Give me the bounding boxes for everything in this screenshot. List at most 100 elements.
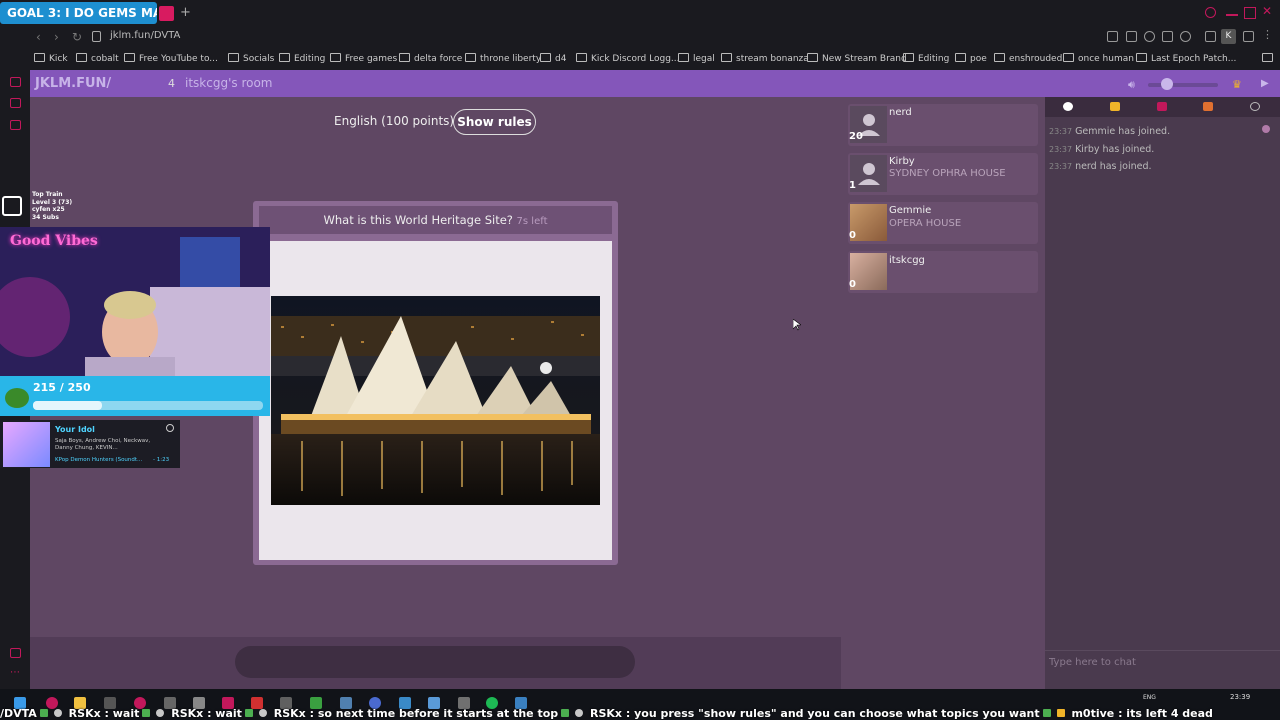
bookmark-item[interactable]: d4 <box>540 53 566 64</box>
tab-close-icon[interactable] <box>159 6 174 21</box>
bookmark-item[interactable]: Kick <box>34 53 68 64</box>
sidebar-twitch-icon[interactable] <box>10 98 21 108</box>
prompt-text: What is this World Heritage Site? <box>323 213 513 227</box>
shield-icon[interactable] <box>1144 31 1155 42</box>
tab-players-icon[interactable] <box>1110 102 1120 111</box>
bookmark-item[interactable]: cobalt <box>76 53 119 64</box>
bookmark-item[interactable]: Socials <box>228 53 274 64</box>
player-answer: SYDNEY OPHRA HOUSE <box>889 168 1006 179</box>
sidebar-mail-icon[interactable] <box>10 120 21 130</box>
player-name: itskcgg <box>889 255 925 266</box>
chat-input[interactable] <box>1049 655 1274 669</box>
song-time: - 1:23 <box>153 457 170 463</box>
player-score: 1 <box>849 180 856 191</box>
top-train-info: Top Train Level 3 (73) cyfen x25 34 Subs <box>32 191 73 221</box>
player-score: 0 <box>849 279 856 290</box>
good-vibes-sign: Good Vibes <box>10 233 98 249</box>
back-icon[interactable]: ‹ <box>36 30 41 44</box>
bookmark-item[interactable]: enshrouded <box>994 53 1062 64</box>
bookmark-item[interactable]: once human <box>1063 53 1134 64</box>
browser-tab[interactable]: GOAL 3: I DO GEMS MAKEUP <box>0 2 157 24</box>
bookmark-item[interactable]: Free YouTube to... <box>124 53 218 64</box>
room-player-count: 4 <box>168 77 175 90</box>
player-answer: OPERA HOUSE <box>889 218 962 229</box>
music-note-icon <box>166 424 174 432</box>
chat-message: 23:37 Kirby has joined. <box>1049 144 1155 155</box>
time-left: 7s left <box>516 216 548 227</box>
volume-slider-handle[interactable] <box>1161 78 1173 90</box>
volume-slider[interactable] <box>1148 83 1218 87</box>
heart-icon[interactable] <box>1180 31 1191 42</box>
browser-tab-bar <box>0 0 1280 28</box>
player-name: nerd <box>889 107 912 118</box>
chat-message: 23:37 Gemmie has joined. <box>1049 126 1171 137</box>
profile-avatar[interactable]: K <box>1221 29 1236 44</box>
song-album: KPop Demon Hunters (Soundt... <box>55 457 143 463</box>
sidebar-gx-icon[interactable] <box>10 648 21 658</box>
bookmark-item[interactable]: Editing <box>903 53 949 64</box>
bookmarks-more-icon[interactable] <box>1262 53 1277 64</box>
player-name: Kirby <box>889 156 915 167</box>
challenge-prompt: What is this World Heritage Site? 7s lef… <box>259 206 612 234</box>
bookmark-icon[interactable] <box>1107 31 1118 42</box>
song-title: Your Idol <box>55 425 95 434</box>
bookmark-item[interactable]: poe <box>955 53 987 64</box>
bookmark-item[interactable]: legal <box>678 53 715 64</box>
stream-chat-ticker: /DVTA RSKx : wait RSKx : wait RSKx : so … <box>0 707 1213 720</box>
forward-icon[interactable]: › <box>54 30 59 44</box>
collapse-sidebar-icon[interactable]: ▶ <box>1261 78 1269 89</box>
train-icon <box>2 196 22 216</box>
new-tab-icon[interactable]: + <box>180 5 191 20</box>
close-icon[interactable]: ✕ <box>1262 4 1274 18</box>
bookmark-item[interactable]: New Stream Brand <box>807 53 907 64</box>
screenshot-icon[interactable] <box>1126 31 1137 42</box>
mouse-cursor <box>792 316 802 335</box>
tab-rules-icon[interactable] <box>1157 102 1167 111</box>
crown-icon[interactable]: ♛ <box>1232 78 1242 91</box>
taskbar-clock[interactable]: 23:39 <box>1230 693 1250 701</box>
site-brand[interactable]: JKLM.FUN/ <box>35 76 111 91</box>
goal-icon <box>5 388 29 408</box>
room-name: itskcgg's room <box>185 76 273 90</box>
bookmark-item[interactable]: Free games <box>330 53 397 64</box>
search-icon[interactable] <box>1205 7 1216 18</box>
rules-summary: English (100 points) <box>334 114 455 128</box>
show-rules-button[interactable]: Show rules <box>453 109 536 135</box>
challenge-photo <box>271 296 600 505</box>
downloads-icon[interactable] <box>1243 31 1254 42</box>
bookmark-item[interactable]: Editing <box>279 53 325 64</box>
goal-progress-text: 215 / 250 <box>33 381 91 394</box>
tab-chat-icon[interactable] <box>1063 102 1073 111</box>
menu-icon[interactable]: ⋮ <box>1262 28 1273 41</box>
lock-icon <box>92 31 101 42</box>
extensions-icon[interactable] <box>1205 31 1216 42</box>
webcam-feed <box>0 227 270 377</box>
chat-message: 23:37 nerd has joined. <box>1049 161 1152 172</box>
bookmark-item[interactable]: Kick Discord Logg... <box>576 53 679 64</box>
song-artists: Saja Boys, Andrew Choi, Neckwav, Danny C… <box>55 438 151 451</box>
url-field[interactable]: jklm.fun/DVTA <box>110 30 180 41</box>
sidebar-more-icon[interactable]: ⋯ <box>10 667 21 678</box>
album-art <box>3 422 50 467</box>
play-icon[interactable] <box>1162 31 1173 42</box>
chat-indicator-icon <box>1262 125 1270 133</box>
bookmark-item[interactable]: throne liberty <box>465 53 541 64</box>
volume-icon[interactable]: 🔊︎ <box>1128 78 1135 92</box>
goal-progress-fill <box>33 401 102 410</box>
address-bar <box>0 28 1280 48</box>
bookmark-item[interactable]: delta force <box>399 53 462 64</box>
sidebar-home-icon[interactable] <box>10 77 21 87</box>
screen: GOAL 3: I DO GEMS MAKEUP + ✕ ‹ › ↻ jklm.… <box>0 0 1280 720</box>
maximize-icon[interactable] <box>1244 7 1256 19</box>
opera-house-image <box>271 296 600 505</box>
player-score: 20 <box>849 131 863 142</box>
reload-icon[interactable]: ↻ <box>72 30 82 44</box>
bookmark-item[interactable]: stream bonanza <box>721 53 809 64</box>
tab-room-icon[interactable] <box>1203 102 1213 111</box>
minimize-icon[interactable] <box>1226 14 1238 16</box>
language-indicator[interactable]: ENG <box>1143 694 1156 701</box>
answer-input[interactable] <box>235 646 635 678</box>
tab-settings-icon[interactable] <box>1250 102 1260 111</box>
player-score: 0 <box>849 230 856 241</box>
bookmark-item[interactable]: Last Epoch Patch... <box>1136 53 1236 64</box>
